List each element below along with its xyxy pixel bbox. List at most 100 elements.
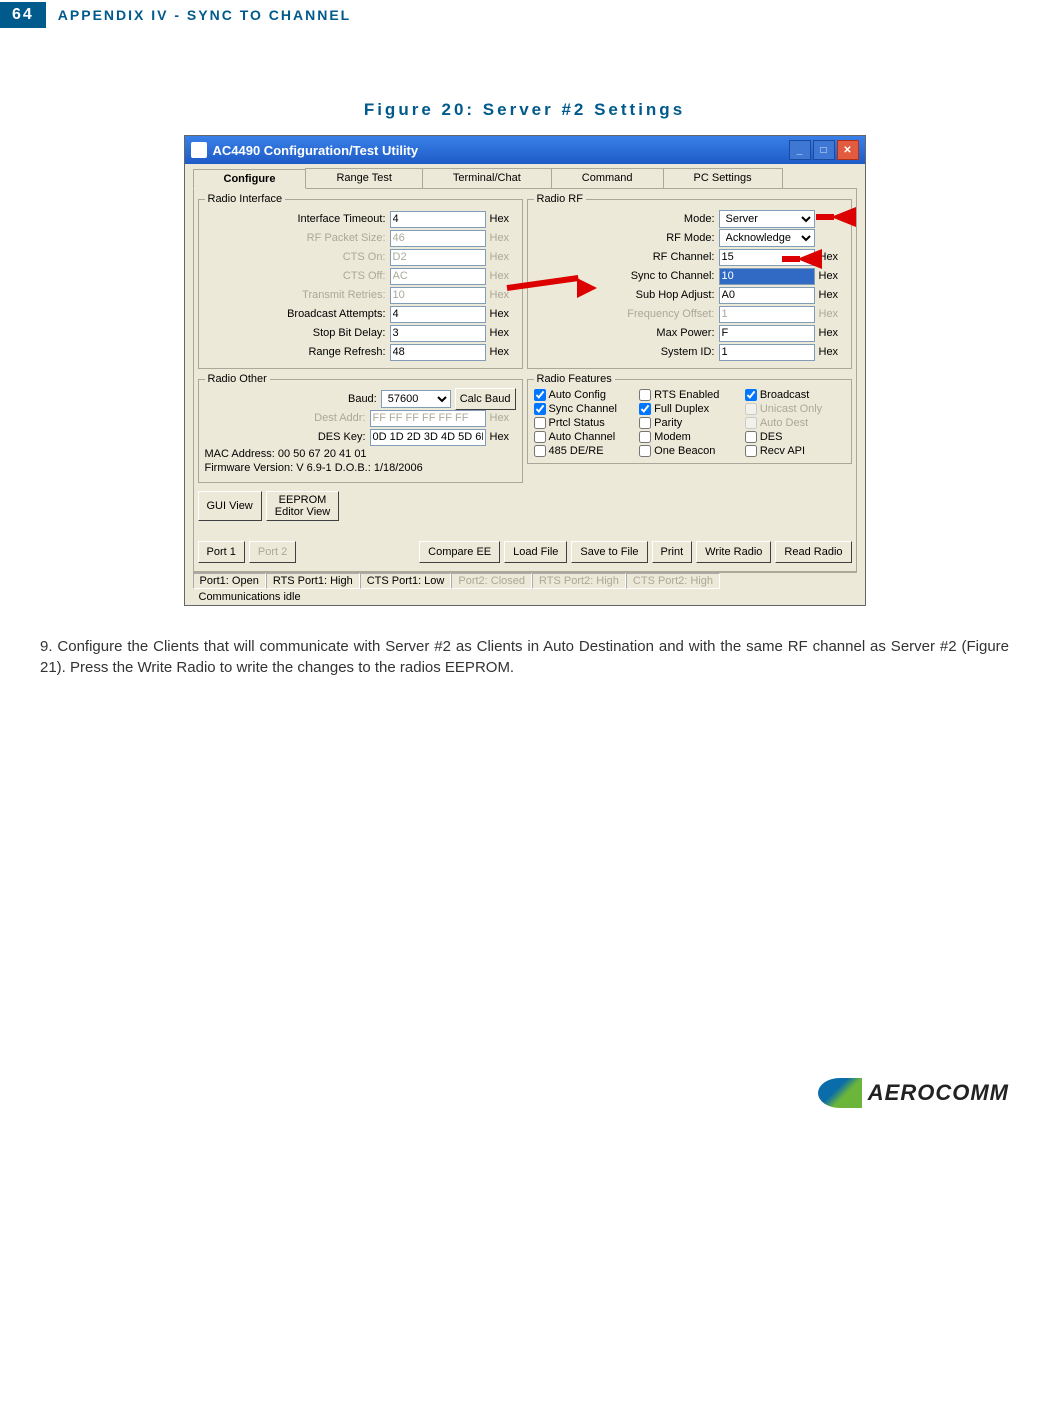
checkbox-input[interactable] bbox=[745, 431, 757, 443]
checkbox-label: RTS Enabled bbox=[654, 389, 719, 401]
label-bcast: Broadcast Attempts: bbox=[276, 308, 386, 320]
label-subhop: Sub Hop Adjust: bbox=[605, 289, 715, 301]
status-cts-port2: CTS Port2: High bbox=[626, 573, 720, 589]
status-rts-port2: RTS Port2: High bbox=[532, 573, 626, 589]
checkbox-prtcl-status[interactable]: Prtcl Status bbox=[534, 417, 634, 429]
suffix-maxp: Hex bbox=[819, 327, 845, 339]
app-icon bbox=[191, 142, 207, 158]
baud-label: Baud: bbox=[267, 393, 377, 405]
select-mode[interactable]: Server bbox=[719, 210, 815, 228]
radio-other-legend: Radio Other bbox=[205, 373, 270, 385]
suffix-ctsoff: Hex bbox=[490, 270, 516, 282]
checkbox-input[interactable] bbox=[639, 431, 651, 443]
input-ctsoff bbox=[390, 268, 486, 285]
window-title: AC4490 Configuration/Test Utility bbox=[213, 143, 419, 158]
input-sync[interactable] bbox=[719, 268, 815, 285]
suffix-freqo: Hex bbox=[819, 308, 845, 320]
input-freqo bbox=[719, 306, 815, 323]
des-key-suffix: Hex bbox=[490, 431, 516, 443]
checkbox-rts-enabled[interactable]: RTS Enabled bbox=[639, 389, 739, 401]
calc-baud-button[interactable]: Calc Baud bbox=[455, 388, 516, 410]
checkbox-input[interactable] bbox=[534, 417, 546, 429]
read-radio-button[interactable]: Read Radio bbox=[775, 541, 851, 563]
tab-command[interactable]: Command bbox=[551, 168, 664, 188]
write-radio-button[interactable]: Write Radio bbox=[696, 541, 771, 563]
tab-strip: Configure Range Test Terminal/Chat Comma… bbox=[193, 168, 857, 189]
checkbox-label: One Beacon bbox=[654, 445, 715, 457]
logo-swoosh-icon bbox=[818, 1078, 862, 1108]
des-key-label: DES Key: bbox=[256, 431, 366, 443]
checkbox-input[interactable] bbox=[534, 389, 546, 401]
radio-features-legend: Radio Features bbox=[534, 373, 615, 385]
suffix-iface_to: Hex bbox=[490, 213, 516, 225]
close-button[interactable]: ✕ bbox=[837, 140, 859, 160]
suffix-rfch: Hex bbox=[819, 251, 845, 263]
label-maxp: Max Power: bbox=[605, 327, 715, 339]
app-window: AC4490 Configuration/Test Utility _ □ ✕ … bbox=[184, 135, 866, 606]
dest-addr-input[interactable] bbox=[370, 410, 486, 427]
logo-text: AEROCOMM bbox=[868, 1080, 1009, 1106]
load-file-button[interactable]: Load File bbox=[504, 541, 567, 563]
suffix-rref: Hex bbox=[490, 346, 516, 358]
input-rref[interactable] bbox=[390, 344, 486, 361]
checkbox-input[interactable] bbox=[639, 389, 651, 401]
checkbox-modem[interactable]: Modem bbox=[639, 431, 739, 443]
label-rfmode: RF Mode: bbox=[605, 232, 715, 244]
compare-ee-button[interactable]: Compare EE bbox=[419, 541, 500, 563]
label-sync: Sync to Channel: bbox=[605, 270, 715, 282]
input-subhop[interactable] bbox=[719, 287, 815, 304]
status-port2: Port2: Closed bbox=[451, 573, 532, 589]
suffix-sync: Hex bbox=[819, 270, 845, 282]
checkbox-one-beacon[interactable]: One Beacon bbox=[639, 445, 739, 457]
gui-view-button[interactable]: GUI View bbox=[198, 491, 262, 521]
print-button[interactable]: Print bbox=[652, 541, 693, 563]
checkbox-input[interactable] bbox=[639, 417, 651, 429]
save-to-file-button[interactable]: Save to File bbox=[571, 541, 647, 563]
checkbox-input[interactable] bbox=[745, 445, 757, 457]
input-maxp[interactable] bbox=[719, 325, 815, 342]
input-stop[interactable] bbox=[390, 325, 486, 342]
label-pkt: RF Packet Size: bbox=[276, 232, 386, 244]
suffix-bcast: Hex bbox=[490, 308, 516, 320]
checkbox-unicast-only: Unicast Only bbox=[745, 403, 845, 415]
checkbox-input bbox=[745, 403, 757, 415]
checkbox-auto-channel[interactable]: Auto Channel bbox=[534, 431, 634, 443]
radio-rf-legend: Radio RF bbox=[534, 193, 586, 205]
checkbox-input[interactable] bbox=[534, 403, 546, 415]
checkbox-input[interactable] bbox=[534, 431, 546, 443]
checkbox-parity[interactable]: Parity bbox=[639, 417, 739, 429]
suffix-txret: Hex bbox=[490, 289, 516, 301]
input-bcast[interactable] bbox=[390, 306, 486, 323]
tab-configure[interactable]: Configure bbox=[193, 169, 307, 189]
checkbox-label: Auto Dest bbox=[760, 417, 808, 429]
select-rfmode[interactable]: Acknowledge bbox=[719, 229, 815, 247]
checkbox-full-duplex[interactable]: Full Duplex bbox=[639, 403, 739, 415]
checkbox-auto-config[interactable]: Auto Config bbox=[534, 389, 634, 401]
aerocomm-logo: AEROCOMM bbox=[818, 1078, 1009, 1108]
checkbox-input[interactable] bbox=[745, 389, 757, 401]
checkbox-label: 485 DE/RE bbox=[549, 445, 604, 457]
tab-terminal-chat[interactable]: Terminal/Chat bbox=[422, 168, 552, 188]
checkbox-sync-channel[interactable]: Sync Channel bbox=[534, 403, 634, 415]
des-key-input[interactable] bbox=[370, 429, 486, 446]
baud-select[interactable]: 57600 bbox=[381, 390, 451, 408]
checkbox-input[interactable] bbox=[639, 403, 651, 415]
checkbox-input[interactable] bbox=[639, 445, 651, 457]
maximize-button[interactable]: □ bbox=[813, 140, 835, 160]
mac-address-line: MAC Address: 00 50 67 20 41 01 bbox=[205, 448, 516, 460]
status-port1: Port1: Open bbox=[193, 573, 266, 589]
port1-button[interactable]: Port 1 bbox=[198, 541, 245, 563]
checkbox-485-de-re[interactable]: 485 DE/RE bbox=[534, 445, 634, 457]
checkbox-recv-api[interactable]: Recv API bbox=[745, 445, 845, 457]
checkbox-input[interactable] bbox=[534, 445, 546, 457]
minimize-button[interactable]: _ bbox=[789, 140, 811, 160]
label-rfch: RF Channel: bbox=[605, 251, 715, 263]
checkbox-des[interactable]: DES bbox=[745, 431, 845, 443]
input-iface_to[interactable] bbox=[390, 211, 486, 228]
checkbox-broadcast[interactable]: Broadcast bbox=[745, 389, 845, 401]
tab-pc-settings[interactable]: PC Settings bbox=[663, 168, 783, 188]
input-rfch[interactable] bbox=[719, 249, 815, 266]
input-sysid[interactable] bbox=[719, 344, 815, 361]
eeprom-editor-view-button[interactable]: EEPROM Editor View bbox=[266, 491, 339, 521]
tab-range-test[interactable]: Range Test bbox=[305, 168, 422, 188]
